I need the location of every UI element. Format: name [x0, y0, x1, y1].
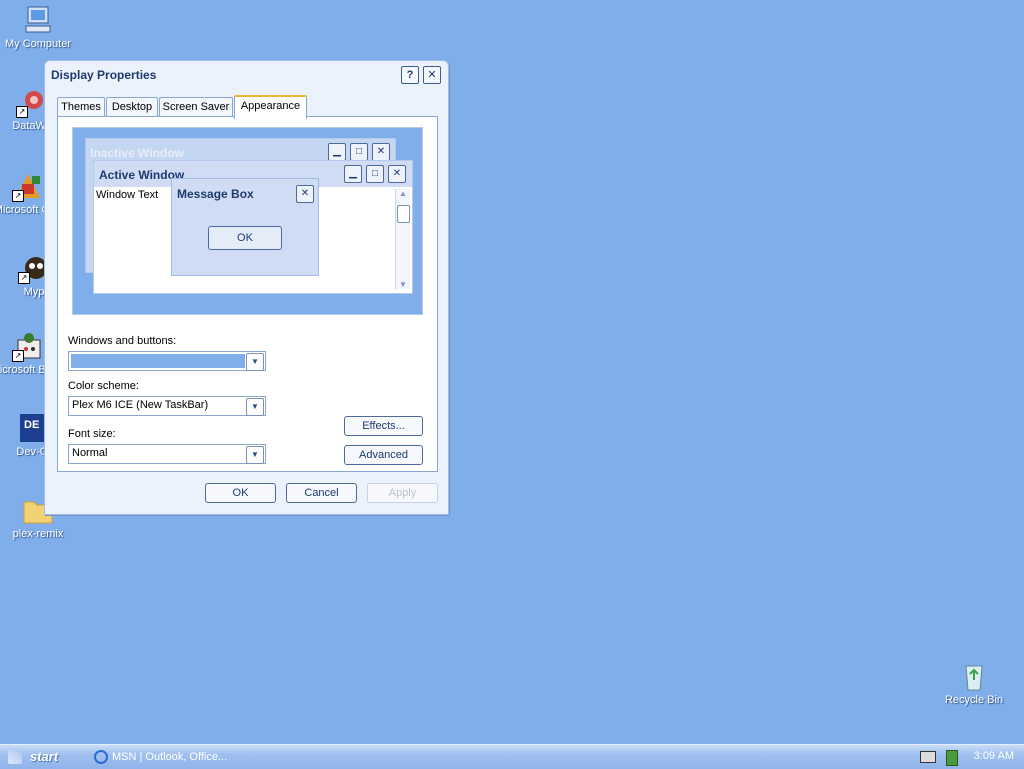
- message-box-title: Message Box: [177, 187, 254, 201]
- taskbar: start MSN | Outlook, Office... 3:09 AM: [0, 744, 1024, 769]
- desktop-icon-recycle-bin[interactable]: Recycle Bin: [936, 660, 1012, 707]
- chevron-down-icon[interactable]: ▼: [246, 398, 264, 416]
- message-box-preview: Message Box ✕ OK: [171, 178, 319, 276]
- help-icon: ?: [406, 69, 414, 81]
- title-bar[interactable]: Display Properties ? ✕: [45, 61, 448, 89]
- preview-scrollbar: ▲ ▼: [395, 189, 410, 289]
- appearance-preview: Inactive Window ▁ □ ✕ Active Window ▁ □ …: [72, 127, 423, 315]
- vb-icon: ↗: [12, 330, 44, 362]
- shortcut-arrow-icon: ↗: [12, 350, 24, 362]
- shortcut-arrow-icon: ↗: [16, 106, 28, 118]
- shortcut-arrow-icon: ↗: [12, 190, 24, 202]
- chevron-down-icon[interactable]: ▼: [246, 446, 264, 464]
- scroll-thumb: [397, 205, 410, 223]
- start-button[interactable]: start: [0, 745, 80, 769]
- ok-button[interactable]: OK: [205, 483, 276, 503]
- advanced-button[interactable]: Advanced: [344, 445, 423, 465]
- keyboard-icon[interactable]: [920, 751, 936, 763]
- tab-appearance[interactable]: Appearance: [234, 95, 307, 119]
- system-tray: 3:09 AM: [912, 745, 1024, 769]
- appearance-panel: Inactive Window ▁ □ ✕ Active Window ▁ □ …: [57, 116, 438, 472]
- desktop-icon-my-computer[interactable]: My Computer: [0, 4, 76, 51]
- recycle-bin-icon: [958, 660, 990, 692]
- dialog-title: Display Properties: [51, 68, 157, 82]
- inactive-window-title: Inactive Window: [90, 146, 184, 160]
- scroll-up-icon: ▲: [399, 189, 407, 198]
- font-size-select[interactable]: Normal ▼: [68, 444, 266, 464]
- message-ok-button: OK: [208, 226, 282, 250]
- taskbar-item-label: MSN | Outlook, Office...: [112, 751, 228, 763]
- close-button[interactable]: ✕: [423, 66, 441, 84]
- close-icon: ✕: [372, 143, 390, 161]
- windows-logo-icon: [8, 750, 22, 764]
- icon-label: Recycle Bin: [944, 694, 1004, 706]
- color-scheme-select[interactable]: Plex M6 ICE (New TaskBar) ▼: [68, 396, 266, 416]
- cancel-button[interactable]: Cancel: [286, 483, 357, 503]
- maximize-icon: □: [366, 165, 384, 183]
- scroll-down-icon: ▼: [399, 280, 407, 289]
- tab-screen-saver[interactable]: Screen Saver: [159, 97, 233, 117]
- network-icon[interactable]: [946, 750, 958, 766]
- taskbar-item-msn[interactable]: MSN | Outlook, Office...: [92, 747, 242, 767]
- maximize-icon: □: [350, 143, 368, 161]
- apply-button[interactable]: Apply: [367, 483, 438, 503]
- tab-desktop[interactable]: Desktop: [106, 97, 158, 117]
- minimize-icon: ▁: [344, 165, 362, 183]
- windows-buttons-label: Windows and buttons:: [68, 335, 177, 347]
- minimize-icon: ▁: [328, 143, 346, 161]
- computer-icon: [22, 4, 54, 36]
- icon-label: plex-remix: [12, 528, 64, 540]
- window-text: Window Text: [96, 189, 159, 201]
- font-size-value: Normal: [72, 447, 108, 459]
- color-scheme-label: Color scheme:: [68, 380, 139, 392]
- icon-label: My Computer: [4, 38, 72, 50]
- vcpp-icon: ↗: [12, 170, 44, 202]
- font-size-label: Font size:: [68, 428, 116, 440]
- windows-buttons-select[interactable]: ▼: [68, 351, 266, 371]
- shortcut-arrow-icon: ↗: [18, 272, 30, 284]
- chevron-down-icon[interactable]: ▼: [246, 353, 264, 371]
- tab-themes[interactable]: Themes: [57, 97, 105, 117]
- help-button[interactable]: ?: [401, 66, 419, 84]
- close-icon: ✕: [427, 69, 437, 81]
- svg-text:DE: DE: [24, 419, 39, 431]
- internet-explorer-icon: [94, 750, 108, 764]
- effects-button[interactable]: Effects...: [344, 416, 423, 436]
- display-properties-dialog: Display Properties ? ✕ Themes Desktop Sc…: [44, 60, 449, 515]
- close-icon: ✕: [296, 185, 314, 203]
- selection-highlight: [71, 354, 245, 368]
- clock[interactable]: 3:09 AM: [974, 750, 1014, 762]
- start-label: start: [30, 749, 59, 764]
- close-icon: ✕: [388, 165, 406, 183]
- color-scheme-value: Plex M6 ICE (New TaskBar): [72, 399, 209, 411]
